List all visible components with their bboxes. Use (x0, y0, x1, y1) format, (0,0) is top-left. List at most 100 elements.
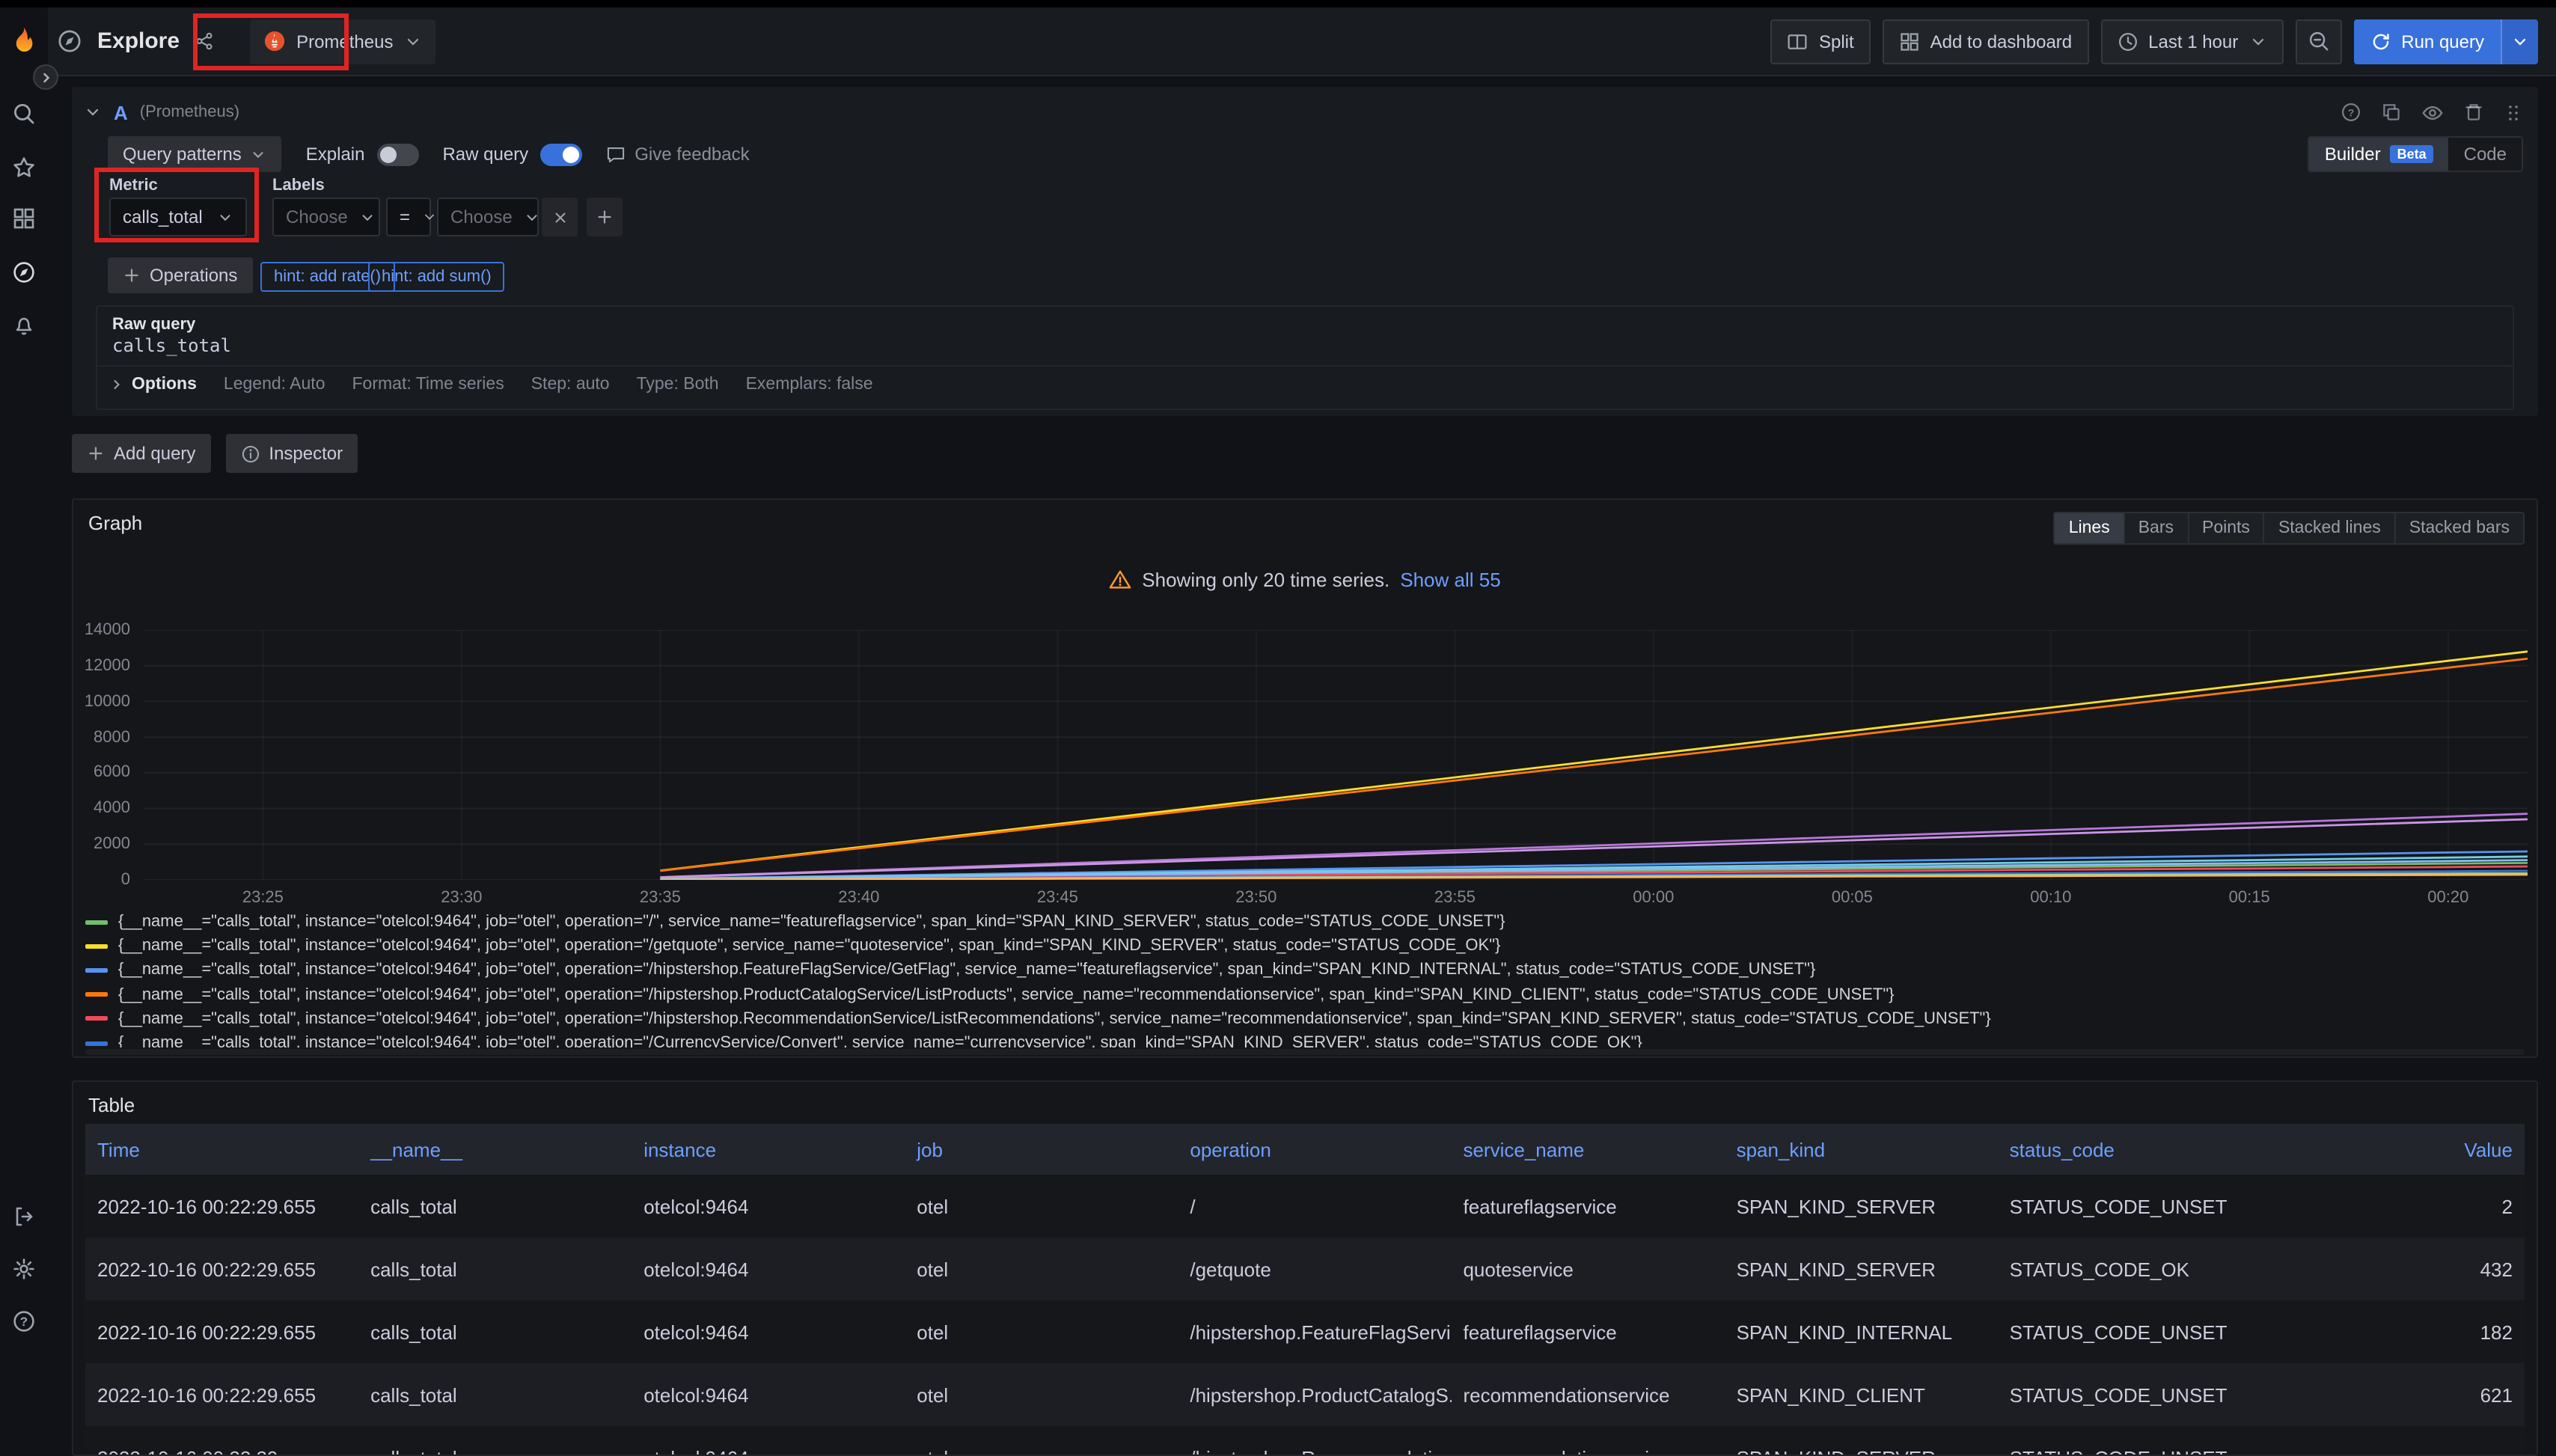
raw-query-toggle[interactable] (540, 143, 582, 165)
graph-mode-lines[interactable]: Lines (2054, 512, 2125, 545)
sidebar-item-sign-in[interactable] (0, 1194, 48, 1239)
datasource-name: Prometheus (296, 31, 393, 52)
column-header-status-code[interactable]: status_code (1998, 1124, 2271, 1175)
sidebar-item-alerting[interactable] (0, 302, 48, 347)
run-query-main[interactable]: Run query (2353, 19, 2501, 64)
legend-scrollbar[interactable] (85, 1049, 2525, 1055)
table-cell: 621 (2271, 1363, 2525, 1426)
graph-mode-bars[interactable]: Bars (2125, 512, 2189, 545)
legend-item[interactable]: {__name__="calls_total", instance="otelc… (85, 1007, 2525, 1031)
query-options-row[interactable]: Options Legend: Auto Format: Time series… (97, 365, 2513, 403)
remove-query-trash-icon[interactable] (2463, 102, 2484, 123)
query-actions-row: Add query Inspector (72, 434, 358, 473)
column-header-time[interactable]: Time (85, 1124, 358, 1175)
sidebar-item-configuration[interactable] (0, 1247, 48, 1291)
chevron-down-icon (2511, 32, 2529, 50)
legend-item[interactable]: {__name__="calls_total", instance="otelc… (85, 934, 2525, 958)
grafana-logo[interactable] (0, 19, 48, 64)
column-header-instance[interactable]: instance (632, 1124, 905, 1175)
x-tick-label: 23:35 (640, 889, 681, 907)
sidebar-item-dashboards[interactable] (0, 196, 48, 241)
clock-icon (2117, 31, 2138, 52)
query-editor-panel: A (Prometheus) ? Query patterns Explain … (72, 87, 2538, 416)
drag-handle-icon[interactable] (2504, 103, 2523, 122)
labels-caption: Labels (272, 177, 325, 195)
graph-mode-stacked-lines[interactable]: Stacked lines (2265, 512, 2396, 545)
comment-icon (606, 144, 626, 164)
add-query-button[interactable]: Add query (72, 434, 210, 473)
table-row: 2022-10-16 00:22:29.655calls_totalotelco… (85, 1175, 2525, 1238)
operations-button[interactable]: Operations (108, 257, 252, 293)
legend-item[interactable]: {__name__="calls_total", instance="otelc… (85, 1031, 2525, 1047)
y-tick-label: 0 (121, 871, 130, 889)
add-to-dashboard-button[interactable]: Add to dashboard (1883, 19, 2089, 64)
sidebar-item-explore[interactable] (0, 250, 48, 295)
topnav-right: Split Add to dashboard Last 1 hour Run q… (1771, 19, 2538, 64)
code-label: Code (2464, 144, 2507, 165)
column-header-value[interactable]: Value (2271, 1124, 2525, 1175)
give-feedback-link[interactable]: Give feedback (606, 144, 749, 165)
table-cell: featureflagservice (1451, 1300, 1724, 1363)
time-range-picker[interactable]: Last 1 hour (2100, 19, 2283, 64)
graph-mode-stacked-bars[interactable]: Stacked bars (2396, 512, 2525, 545)
share-icon[interactable] (195, 31, 214, 51)
chevron-down-icon (2248, 32, 2266, 50)
query-row-header: A (Prometheus) ? (84, 96, 2523, 129)
remove-label-filter-button[interactable] (542, 198, 578, 236)
sidebar-item-starred[interactable] (0, 145, 48, 190)
graph-mode-points[interactable]: Points (2189, 512, 2265, 545)
table-cell: calls_total (358, 1175, 632, 1238)
legend-series-color (85, 944, 108, 949)
table-row: 2022-10-16 00:22:29...calls_totalotelcol… (85, 1426, 2525, 1456)
table-cell: STATUS_CODE_UNSET (1998, 1363, 2271, 1426)
column-header-span-kind[interactable]: span_kind (1725, 1124, 1998, 1175)
column-header-job[interactable]: job (905, 1124, 1178, 1175)
hide-response-eye-icon[interactable] (2421, 101, 2444, 123)
metric-select[interactable]: calls_total (109, 198, 247, 236)
inspector-button[interactable]: Inspector (225, 434, 358, 473)
table-cell: /hipstershop.Recommendation... (1178, 1426, 1451, 1456)
datasource-picker[interactable]: Prometheus (250, 19, 435, 64)
y-tick-label: 6000 (94, 764, 130, 782)
label-value-select[interactable]: Choose (437, 198, 539, 236)
duplicate-query-icon[interactable] (2381, 102, 2402, 123)
column-header-operation[interactable]: operation (1178, 1124, 1451, 1175)
collapse-chevron-icon[interactable] (84, 103, 102, 121)
table-cell: 2022-10-16 00:22:29.655 (85, 1363, 358, 1426)
legend-item[interactable]: {__name__="calls_total", instance="otelc… (85, 910, 2525, 934)
code-mode-option[interactable]: Code (2449, 138, 2522, 171)
query-patterns-button[interactable]: Query patterns (108, 136, 282, 172)
zoom-out-button[interactable] (2295, 19, 2341, 64)
label-operator-select[interactable]: = (386, 198, 431, 236)
hint-add-sum-button[interactable]: hint: add sum() (368, 262, 505, 292)
chevron-down-icon (422, 209, 437, 224)
query-help-icon[interactable]: ? (2341, 102, 2361, 123)
legend-item[interactable]: {__name__="calls_total", instance="otelc… (85, 982, 2525, 1006)
legend-item[interactable]: {__name__="calls_total", instance="otelc… (85, 958, 2525, 982)
table-row: 2022-10-16 00:22:29.655calls_totalotelco… (85, 1300, 2525, 1363)
options-label: Options (132, 376, 197, 394)
table-cell: SPAN_KIND_SERVER (1725, 1175, 1998, 1238)
column-header--name-[interactable]: __name__ (358, 1124, 632, 1175)
table-cell: otel (905, 1426, 1178, 1456)
label-key-select[interactable]: Choose (272, 198, 380, 236)
column-header-service-name[interactable]: service_name (1451, 1124, 1724, 1175)
sidebar-item-help[interactable]: ? (0, 1299, 48, 1344)
run-query-button[interactable]: Run query (2353, 19, 2538, 64)
sidebar-expand-button[interactable] (33, 64, 58, 90)
x-tick-label: 23:50 (1235, 889, 1277, 907)
builder-code-switch: Builder Beta Code (2308, 136, 2523, 172)
run-query-dropdown[interactable] (2501, 19, 2538, 64)
split-button[interactable]: Split (1771, 19, 1871, 64)
explain-toggle-wrap: Explain (306, 143, 419, 165)
show-all-series-link[interactable]: Show all 55 (1400, 569, 1500, 591)
builder-mode-option[interactable]: Builder Beta (2310, 138, 2449, 171)
add-label-filter-button[interactable] (587, 198, 623, 236)
y-tick-label: 10000 (85, 692, 130, 710)
query-ref-id[interactable]: A (114, 101, 128, 123)
explain-toggle[interactable] (376, 143, 418, 165)
sidebar-item-search[interactable] (0, 91, 48, 136)
graph-plot[interactable] (144, 630, 2528, 880)
compass-icon (12, 260, 36, 284)
raw-query-text: calls_total (97, 335, 2513, 365)
